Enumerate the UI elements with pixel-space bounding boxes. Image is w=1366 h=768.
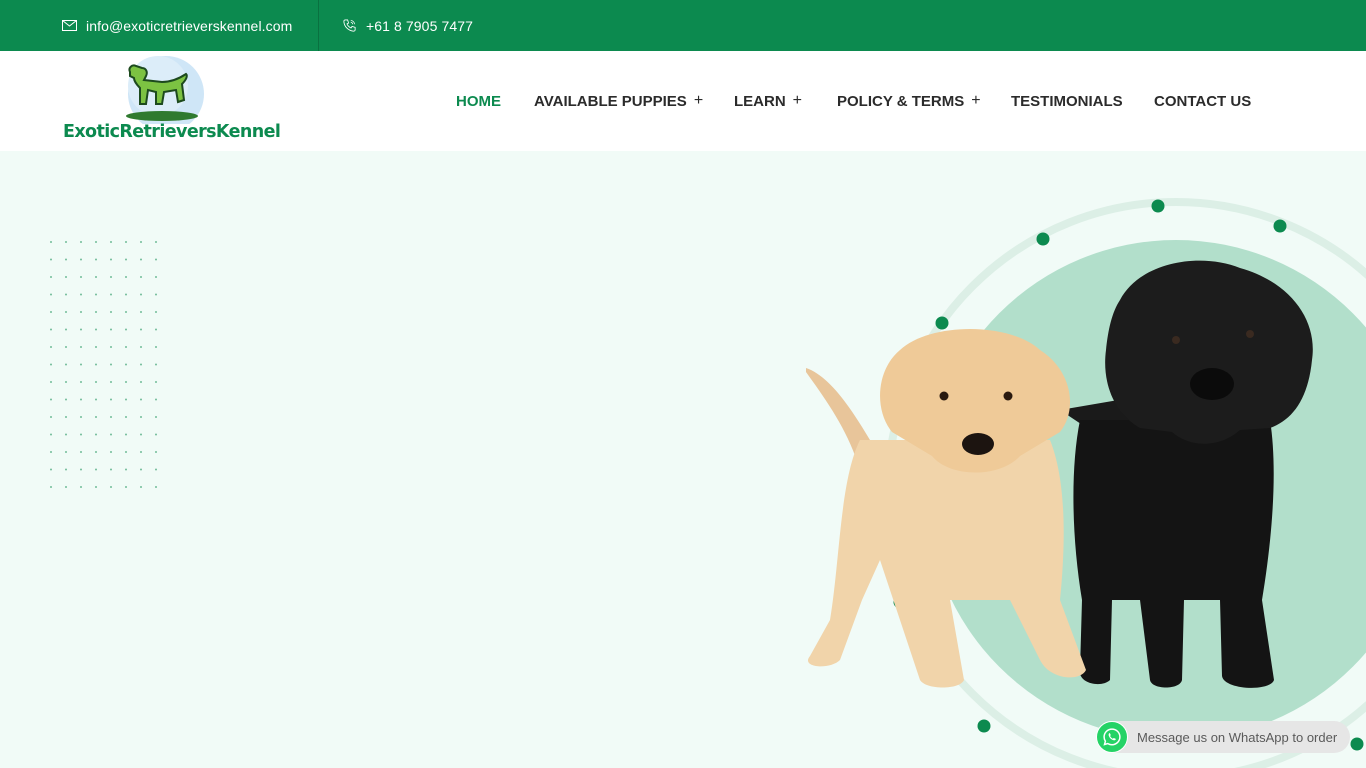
nav-learn-label: LEARN [734,92,786,110]
whatsapp-order-button[interactable]: Message us on WhatsApp to order [1096,721,1350,753]
expand-plus-icon[interactable]: + [694,92,703,110]
email-text: info@exoticretrieverskennel.com [86,17,293,34]
hero-section [0,151,1366,768]
nav-contact-us[interactable]: CONTACT US [1154,91,1251,111]
site-header: ExoticRetrieversKennel HOME AVAILABLE PU… [0,51,1366,151]
nav-available-puppies[interactable]: AVAILABLE PUPPIES + [534,91,703,111]
top-contact-bar: info@exoticretrieverskennel.com +61 8 79… [0,0,1366,51]
expand-plus-icon[interactable]: + [793,92,802,110]
main-nav: HOME AVAILABLE PUPPIES + LEARN + POLICY … [0,51,1366,151]
phone-icon [343,19,356,32]
expand-plus-icon[interactable]: + [971,92,980,110]
nav-available-puppies-label: AVAILABLE PUPPIES [534,92,687,110]
yellow-puppy [806,329,1086,688]
nav-policy-terms[interactable]: POLICY & TERMS + [837,91,981,111]
phone-text: +61 8 7905 7477 [366,17,473,34]
nav-testimonials[interactable]: TESTIMONIALS [1011,91,1123,111]
nav-testimonials-label: TESTIMONIALS [1011,92,1123,110]
whatsapp-label: Message us on WhatsApp to order [1137,729,1338,745]
email-link[interactable]: info@exoticretrieverskennel.com [62,0,292,51]
two-labrador-puppies-image [806,198,1366,768]
nav-learn[interactable]: LEARN + [734,91,802,111]
nav-contact-us-label: CONTACT US [1154,92,1252,110]
nav-home[interactable]: HOME [456,91,501,111]
topbar-divider [318,0,319,51]
phone-link[interactable]: +61 8 7905 7477 [342,0,473,51]
whatsapp-icon [1096,721,1128,753]
decorative-dot-grid [50,241,157,488]
nav-home-label: HOME [456,92,501,110]
envelope-icon [62,20,77,31]
nav-policy-terms-label: POLICY & TERMS [837,92,965,110]
